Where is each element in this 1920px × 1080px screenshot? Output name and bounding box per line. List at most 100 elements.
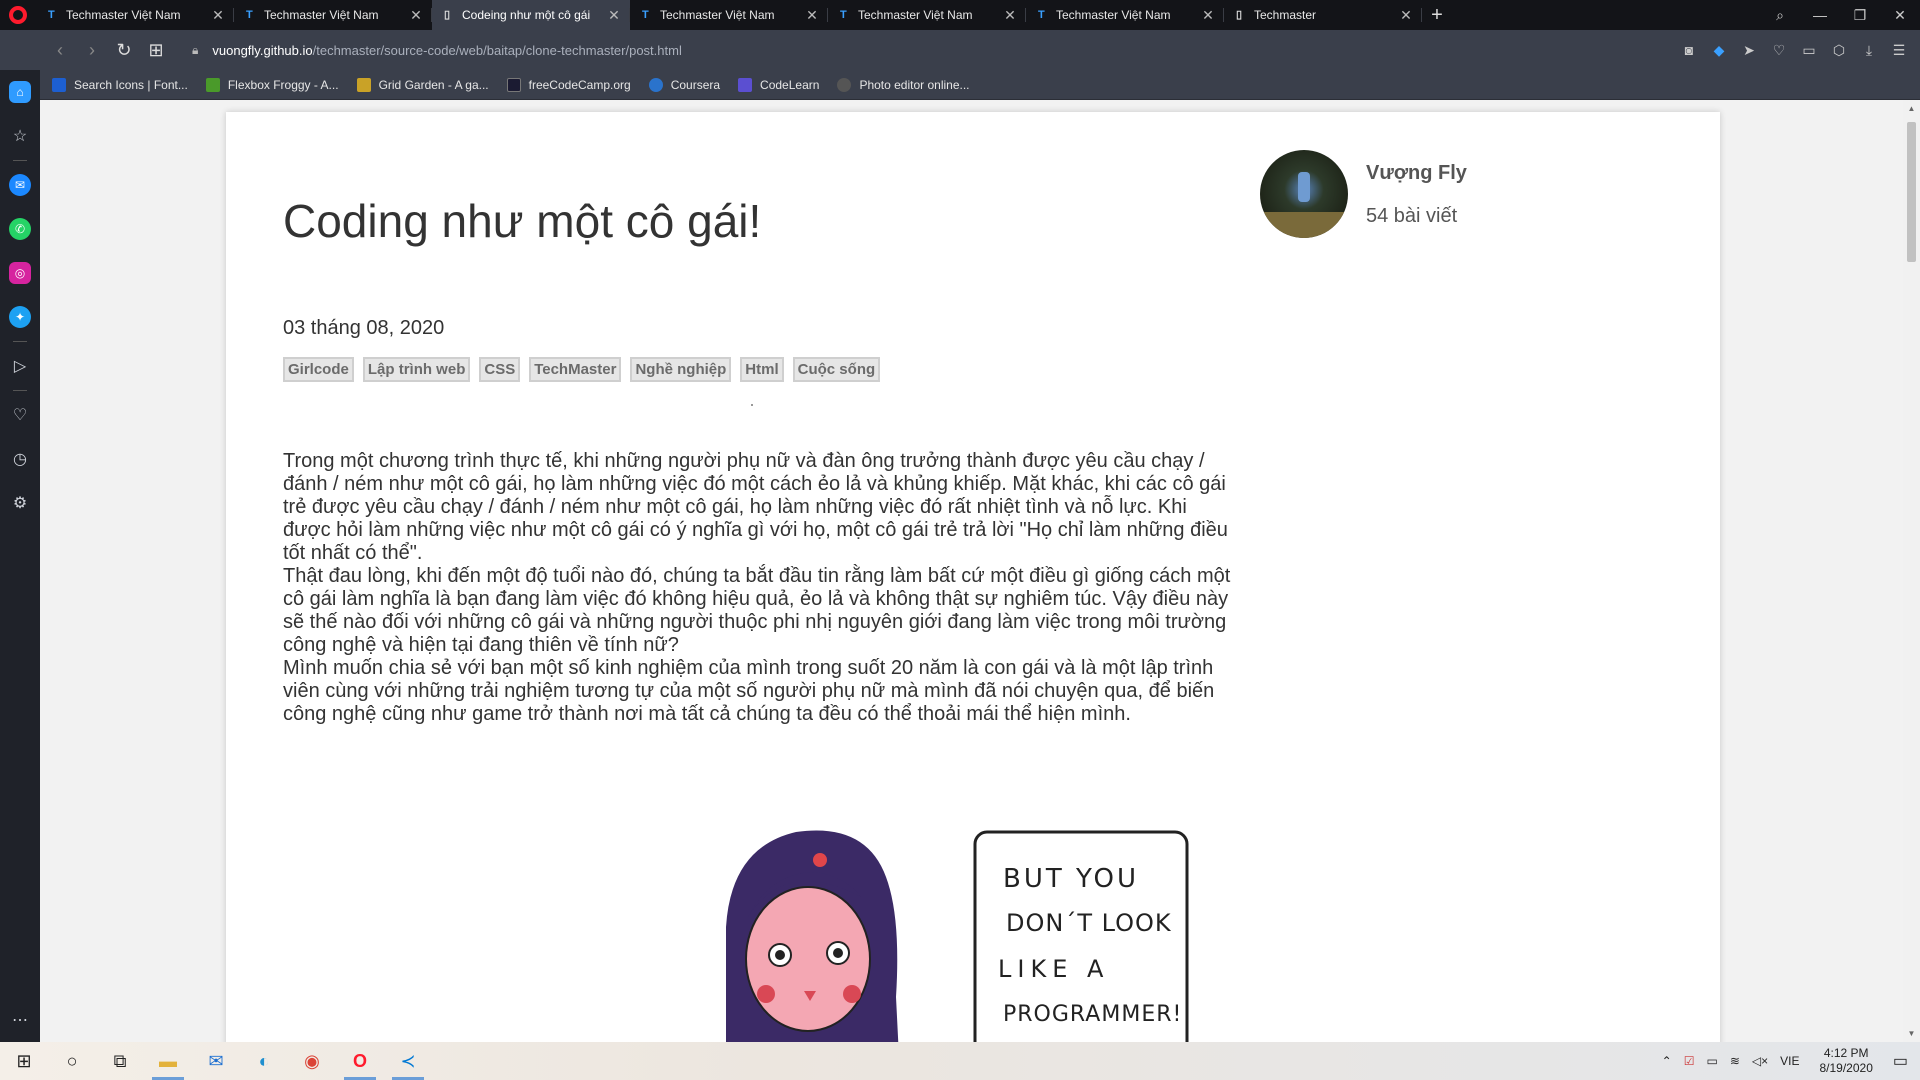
carrot-icon (356, 77, 371, 92)
tag-cuoc-song[interactable]: Cuộc sống (792, 357, 881, 382)
bookmarks-bar: Search Icons | Font... Flexbox Froggy - … (0, 70, 1920, 100)
lock-icon[interactable]: 🔒︎ (192, 43, 198, 58)
search-tabs-icon[interactable]: ⌕ (1760, 7, 1800, 24)
tab-techmaster-5[interactable]: T Techmaster Việt Nam ✕ (828, 0, 1026, 30)
battery-icon[interactable]: ▭ (1706, 1054, 1717, 1068)
settings-gear-icon[interactable]: ⚙ (0, 481, 40, 525)
player-icon[interactable]: ▷ (0, 344, 40, 388)
back-icon[interactable]: ‹ (44, 40, 76, 61)
tab-techmaster-4[interactable]: T Techmaster Việt Nam ✕ (630, 0, 828, 30)
speed-dial-home-icon[interactable]: ⌂ (0, 70, 40, 114)
bookmark-flexbox-froggy[interactable]: Flexbox Froggy - A... (205, 77, 339, 92)
bookmark-grid-garden[interactable]: Grid Garden - A ga... (356, 77, 489, 92)
bookmark-freecodecamp[interactable]: freeCodeCamp.org (506, 77, 631, 92)
tag-techmaster[interactable]: TechMaster (529, 357, 622, 382)
snapshot-icon[interactable]: ◙ (1674, 42, 1704, 58)
scrollbar-thumb[interactable] (1907, 122, 1916, 262)
search-circle-icon[interactable]: ○ (48, 1042, 96, 1080)
paragraph: Trong một chương trình thực tế, khi nhữn… (283, 450, 1228, 564)
page-favicon-icon: ▯ (1236, 9, 1243, 21)
techmaster-favicon-icon: T (840, 9, 847, 21)
address-bar: ‹ › ↻ ⊞ 🔒︎ vuongfly.github.io /techmaste… (0, 30, 1920, 70)
bookmarks-star-icon[interactable]: ☆ (0, 114, 40, 158)
avatar[interactable] (1260, 150, 1348, 238)
tab-coding-post[interactable]: ▯ Codeing như một cô gái ✕ (432, 0, 630, 30)
tab-title: Codeing như một cô gái (462, 8, 591, 22)
opera-menu-icon[interactable] (0, 0, 36, 30)
url-field[interactable]: 🔒︎ vuongfly.github.io /techmaster/source… (192, 43, 682, 58)
bookmark-codelearn[interactable]: CodeLearn (738, 77, 819, 92)
comic-line-2: DON´T LOOK (1006, 909, 1172, 937)
tab-close-icon[interactable]: ✕ (1002, 7, 1018, 24)
bookmark-photo-editor[interactable]: Photo editor online... (837, 77, 970, 92)
tab-close-icon[interactable]: ✕ (804, 7, 820, 24)
post-card: Coding như một cô gái! 03 tháng 08, 2020… (226, 112, 1720, 1042)
tag-nghe-nghiep[interactable]: Nghề nghiệp (630, 357, 732, 382)
forward-icon[interactable]: › (76, 40, 108, 61)
tag-lap-trinh-web[interactable]: Lập trình web (362, 357, 471, 382)
tab-title: Techmaster Việt Nam (660, 8, 775, 22)
twitter-icon[interactable]: ✦ (0, 295, 40, 339)
extensions-cube-icon[interactable]: ⬡ (1824, 42, 1854, 59)
more-dots-icon[interactable]: ⋯ (0, 998, 40, 1042)
tag-girlcode[interactable]: Girlcode (283, 357, 354, 382)
instagram-icon[interactable]: ◎ (0, 251, 40, 295)
download-icon[interactable]: ⤓ (1854, 42, 1884, 59)
tray-chevron-up-icon[interactable]: ⌃ (1662, 1054, 1672, 1068)
tag-css[interactable]: CSS (479, 357, 521, 382)
whatsapp-icon[interactable]: ✆ (0, 207, 40, 251)
minimize-icon[interactable]: — (1800, 7, 1840, 23)
tab-close-icon[interactable]: ✕ (408, 7, 424, 24)
easy-setup-icon[interactable]: ☰ (1884, 42, 1914, 59)
restore-icon[interactable]: ❐ (1840, 7, 1880, 24)
scroll-up-icon[interactable]: ▲ (1903, 104, 1920, 113)
windows-taskbar: ⊞ ○ ⧉ ▬ ✉ ◐ ◉ O ≺ ⌃ ☑ ▭ ≋ ◁× VIE 4:12 PM… (0, 1042, 1920, 1080)
clock-time: 4:12 PM (1823, 1046, 1869, 1060)
tab-close-icon[interactable]: ✕ (210, 7, 226, 24)
chrome-icon[interactable]: ◉ (288, 1042, 336, 1080)
bookmark-fontawesome[interactable]: Search Icons | Font... (52, 77, 188, 92)
opera-taskbar-icon[interactable]: O (336, 1042, 384, 1080)
author-name[interactable]: Vượng Fly (1366, 162, 1467, 185)
vscode-icon[interactable]: ≺ (384, 1042, 432, 1080)
tab-title: Techmaster Việt Nam (1056, 8, 1171, 22)
tab-techmaster-6[interactable]: T Techmaster Việt Nam ✕ (1026, 0, 1224, 30)
tab-techmaster-1[interactable]: T Techmaster Việt Nam ✕ (36, 0, 234, 30)
language-indicator[interactable]: VIE (1780, 1054, 1799, 1068)
url-path: /techmaster/source-code/web/baitap/clone… (312, 42, 682, 58)
page-scrollbar[interactable]: ▲ ▼ (1903, 100, 1920, 1042)
tag-html[interactable]: Html (740, 357, 784, 382)
history-clock-icon[interactable]: ◷ (0, 437, 40, 481)
send-icon[interactable]: ➤ (1734, 42, 1764, 59)
reload-icon[interactable]: ↻ (108, 40, 140, 61)
tab-close-icon[interactable]: ✕ (1200, 7, 1216, 24)
task-view-icon[interactable]: ⧉ (96, 1042, 144, 1080)
wifi-icon[interactable]: ≋ (1730, 1054, 1740, 1068)
new-tab-button[interactable]: + (1422, 4, 1452, 27)
scroll-down-icon[interactable]: ▼ (1903, 1029, 1920, 1038)
file-explorer-icon[interactable]: ▬ (144, 1042, 192, 1080)
chat-icon[interactable]: ▭ (1794, 42, 1824, 59)
tab-techmaster-7[interactable]: ▯ Techmaster ✕ (1224, 0, 1422, 30)
messenger-icon[interactable]: ✉ (0, 163, 40, 207)
tab-close-icon[interactable]: ✕ (1398, 7, 1414, 24)
tray-app-icon[interactable]: ☑ (1684, 1054, 1695, 1068)
close-window-icon[interactable]: ✕ (1880, 7, 1920, 24)
notification-icon[interactable]: ▭ (1893, 1051, 1908, 1071)
bookmark-coursera[interactable]: Coursera (648, 77, 720, 92)
comic-illustration: BUT YOU DON´T LOOK LIKE A PROGRAMMER! (726, 830, 1189, 1042)
vpn-shield-icon[interactable]: ◆ (1704, 42, 1734, 59)
separator-dot (751, 404, 753, 406)
techmaster-favicon-icon: T (246, 9, 253, 21)
volume-icon[interactable]: ◁× (1752, 1054, 1768, 1068)
clock[interactable]: 4:12 PM 8/19/2020 (1819, 1046, 1872, 1076)
speed-dial-icon[interactable]: ⊞ (140, 40, 172, 61)
mail-icon[interactable]: ✉ (192, 1042, 240, 1080)
edge-icon[interactable]: ◐ (240, 1042, 288, 1080)
tab-close-icon[interactable]: ✕ (606, 7, 622, 24)
windows-start-icon[interactable]: ⊞ (0, 1042, 48, 1080)
my-flow-heart-icon[interactable]: ♡ (0, 393, 40, 437)
tab-bar: T Techmaster Việt Nam ✕ T Techmaster Việ… (0, 0, 1920, 30)
heart-icon[interactable]: ♡ (1764, 42, 1794, 59)
tab-techmaster-2[interactable]: T Techmaster Việt Nam ✕ (234, 0, 432, 30)
